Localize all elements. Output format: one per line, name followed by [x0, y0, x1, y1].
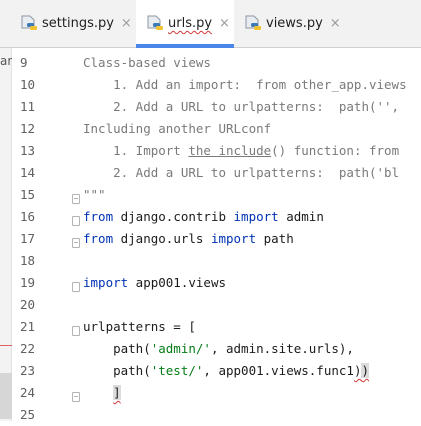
project-panel-edge[interactable]: an	[0, 48, 15, 421]
panel-divider	[0, 345, 12, 346]
close-icon[interactable]: ×	[121, 16, 132, 31]
code-line: 2. Add a URL to urlpatterns: path('',	[83, 99, 400, 114]
matched-bracket: ]	[113, 385, 121, 400]
code-line: Including another URLconf	[83, 121, 272, 136]
close-icon[interactable]: ×	[330, 16, 341, 31]
line-number: 10	[20, 77, 36, 92]
tab-views-py[interactable]: views.py ×	[244, 0, 341, 47]
line-number: 9	[20, 55, 28, 70]
line-number: 13	[20, 143, 36, 158]
editor-tab-bar: settings.py × urls.py × views.py ×	[0, 0, 421, 48]
code-line: import app001.views	[83, 275, 226, 290]
code-line: ]	[83, 382, 121, 404]
matched-bracket: )	[361, 363, 369, 378]
line-number: 11	[20, 99, 36, 114]
panel-selection	[0, 373, 12, 419]
tab-urls-py[interactable]: urls.py ×	[136, 0, 234, 48]
line-number: 17	[20, 231, 36, 246]
code-line: Class-based views	[83, 55, 211, 70]
code-line: from django.contrib import admin	[83, 209, 324, 224]
python-file-icon	[21, 15, 37, 30]
tab-label: settings.py	[42, 16, 114, 31]
code-line: 1. Import the include() function: from	[83, 143, 400, 158]
spelling-underline: the include	[188, 143, 272, 158]
line-number: 22	[20, 341, 36, 356]
code-line: """	[83, 187, 106, 202]
line-number: 24	[20, 385, 36, 400]
code-line: 2. Add a URL to urlpatterns: path('bl	[83, 165, 400, 180]
line-number: 16	[20, 209, 36, 224]
line-number: 23	[20, 363, 36, 378]
line-number: 14	[20, 165, 36, 180]
line-number: 12	[20, 121, 36, 136]
tab-settings-py[interactable]: settings.py ×	[20, 0, 132, 47]
code-editor[interactable]: Class-based views 1. Add an import: from…	[74, 48, 421, 421]
line-number: 21	[20, 319, 36, 334]
line-number: 25	[20, 407, 36, 422]
tab-bar-left-edge	[0, 24, 6, 25]
line-number: 19	[20, 275, 36, 290]
code-line: urlpatterns = [	[83, 319, 196, 334]
line-number-gutter[interactable]: 9 10 11 12 13 14 15 16 17 18 19 20 21 22…	[12, 48, 80, 422]
code-line: 1. Add an import: from other_app.views	[83, 77, 407, 92]
code-line: path('admin/', admin.site.urls),	[83, 341, 354, 356]
tab-label: urls.py	[168, 16, 213, 31]
tab-label: views.py	[266, 16, 323, 31]
python-file-icon	[147, 15, 163, 30]
code-line: path('test/', app001.views.func1))	[83, 363, 369, 378]
line-number: 20	[20, 297, 36, 312]
line-number: 15	[20, 187, 36, 202]
line-number: 18	[20, 253, 36, 268]
close-icon[interactable]: ×	[219, 16, 230, 31]
python-file-icon	[245, 15, 261, 30]
code-line: from django.urls import path	[83, 231, 294, 246]
